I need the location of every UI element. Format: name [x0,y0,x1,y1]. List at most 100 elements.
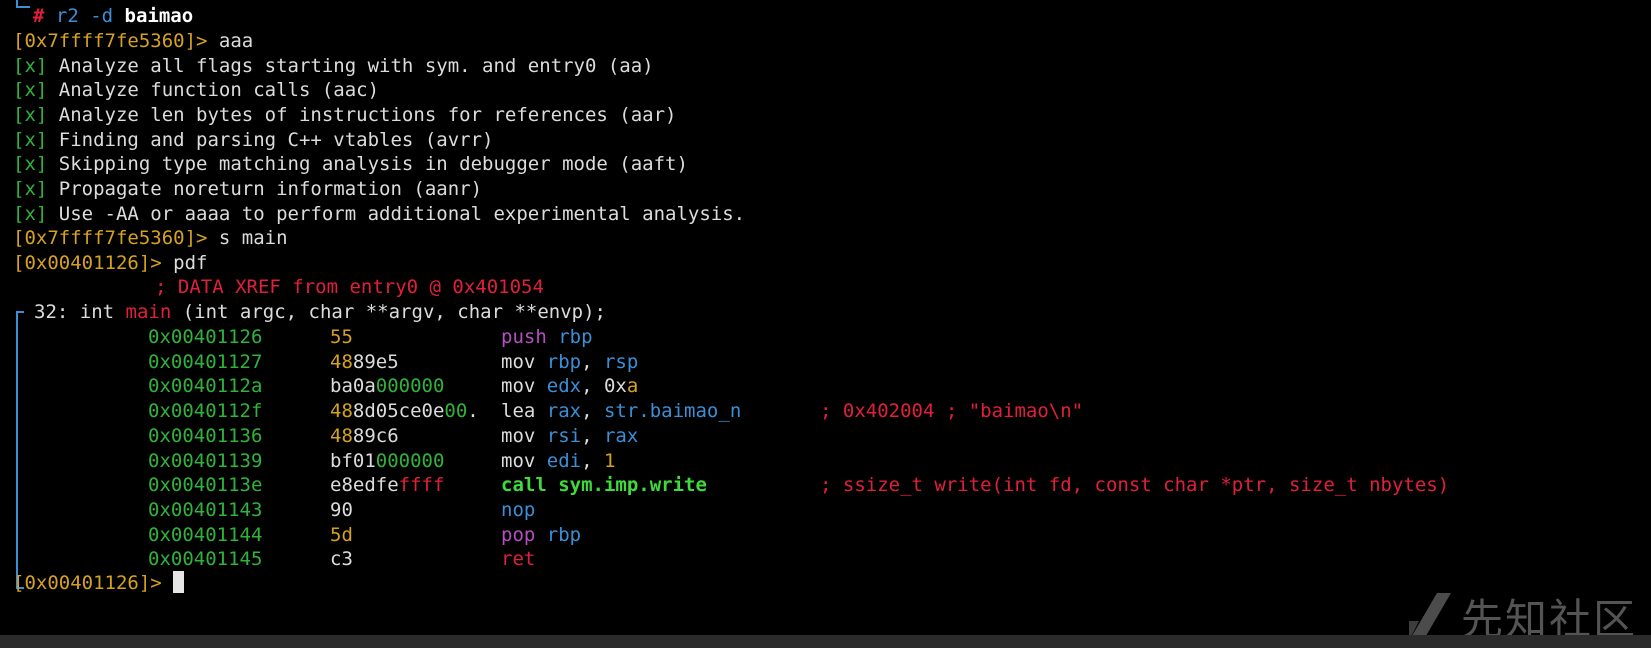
instruction-text: call sym.imp.write [501,472,707,498]
instruction-bytes: 5d [330,522,353,548]
instruction-text: nop [501,497,535,523]
disasm-row: 0x00401127 4889e5 mov rbp, rsp [0,349,1651,375]
xref-comment: ; DATA XREF from entry0 @ 0x401054 [155,276,544,298]
disasm-row: 0x0040112a ba0a000000 mov edx, 0xa [0,373,1651,399]
r2-command: s main [207,227,288,249]
byte-chunk: c3 [330,548,353,570]
instruction-address: 0x0040112a [148,375,263,397]
r2-prompt-address: [0x00401126]> [13,252,162,274]
analysis-text: Use -AA or aaaa to perform additional ex… [47,203,746,225]
r2-command: aaa [207,30,254,52]
operand: rax [603,425,639,447]
r2-command: pdf [161,252,208,274]
root-hash: # [33,5,45,27]
shell-prompt-line: # r2 -d baimao [33,3,193,29]
mnemonic: mov [501,351,536,373]
check-mark: [x] [13,129,48,151]
disasm-row: 0x00401143 90 nop [0,497,1651,523]
analysis-line: [x] Propagate noreturn information (aanr… [13,176,482,202]
instruction-bytes: 55 [330,324,353,350]
mnemonic: lea [501,400,536,422]
shell-command-arg: baimao [124,5,194,27]
operand: , [581,425,604,447]
instruction-bytes: 488d05ce0e00. [330,398,479,424]
instruction-text: mov edx, 0xa [501,373,638,399]
byte-chunk: 48 [330,351,353,373]
byte-chunk: 000000 [375,375,445,397]
check-mark: [x] [13,104,48,126]
instruction-address: 0x00401126 [148,326,263,348]
analysis-line: [x] Skipping type matching analysis in d… [13,151,688,177]
analysis-line: [x] Finding and parsing C++ vtables (avr… [13,127,493,153]
analysis-text: Finding and parsing C++ vtables (avrr) [47,129,494,151]
instruction-bytes: 90 [330,497,353,523]
instruction-comment: ; 0x402004 ; "baimao\n" [820,400,1084,422]
check-mark: [x] [13,55,48,77]
instruction-address: 0x00401139 [148,450,263,472]
disasm-row: 0x0040112f 488d05ce0e00. lea rax, str.baim… [0,398,1651,424]
text-cursor[interactable] [173,571,185,593]
check-mark: [x] [13,79,48,101]
instruction-address: 0x00401143 [148,499,263,521]
function-name: main [125,301,172,323]
byte-chunk: 55 [330,326,353,348]
operand: , [581,450,604,472]
mnemonic: ret [501,548,536,570]
function-signature: 32: int main (int argc, char **argv, cha… [34,299,606,325]
analysis-line: [x] Analyze function calls (aac) [13,77,379,103]
check-mark: [x] [13,178,48,200]
instruction-bytes: 4889c6 [330,423,399,449]
r2-prompt-line-current: [0x00401126]> [13,570,185,596]
byte-chunk: 48 [330,400,353,422]
instruction-text: mov rsi, rax [501,423,638,449]
instruction-comment: ; ssize_t write(int fd, const char *ptr,… [820,474,1450,496]
analysis-line: [x] Analyze len bytes of instructions fo… [13,102,676,128]
instruction-text: mov edi, 1 [501,448,615,474]
byte-chunk: 89c6 [352,425,399,447]
analysis-text: Propagate noreturn information (aanr) [47,178,483,200]
r2-prompt-line: [0x7ffff7fe5360]> aaa [13,28,253,54]
instruction-bytes: 4889e5 [330,349,399,375]
operand: 0x [603,375,627,397]
operand: 1 [603,450,616,472]
check-mark: [x] [13,203,48,225]
mnemonic: pop [501,524,536,546]
analysis-text: Analyze len bytes of instructions for re… [47,104,677,126]
operand: , [581,375,604,397]
byte-chunk: 5d [330,524,353,546]
analysis-text: Analyze all flags starting with sym. and… [47,55,654,77]
byte-chunk: e8edfe [330,474,399,496]
r2-prompt-address: [0x7ffff7fe5360]> [13,227,208,249]
operand: str.baimao_n [603,400,742,422]
prompt-corner-vertical [16,0,18,7]
instruction-bytes: c3 [330,546,353,572]
disasm-row: 0x00401136 4889c6 mov rsi, rax [0,423,1651,449]
instruction-text: ret [501,546,535,572]
r2-prompt-line: [0x7ffff7fe5360]> s main [13,225,288,251]
mnemonic: nop [501,499,536,521]
instruction-address: 0x00401144 [148,524,263,546]
instruction-text: push rbp [501,324,593,350]
instruction-address: 0x00401127 [148,351,263,373]
r2-prompt-line: [0x00401126]> pdf [13,250,207,276]
instruction-bytes: ba0a000000 [330,373,444,399]
prompt-corner-line [16,6,30,8]
byte-chunk: bf01 [330,450,376,472]
operand: edx [535,375,582,397]
disasm-row: 0x00401139 bf01000000 mov edi, 1 [0,448,1651,474]
instruction-address: 0x0040113e [148,474,263,496]
operand: rsp [603,351,639,373]
mnemonic: mov [501,375,536,397]
operand: edi [535,450,582,472]
operand: rbp [546,326,593,348]
byte-chunk: 89e5 [352,351,399,373]
mnemonic: call sym.imp.write [501,474,707,496]
terminal-window[interactable]: # r2 -d baimao [0x7ffff7fe5360]> aaa [x]… [0,0,1651,644]
byte-chunk: ba0a [330,375,376,397]
byte-chunk: . [467,400,479,422]
instruction-address: 0x00401145 [148,548,263,570]
byte-chunk: 000000 [375,450,445,472]
instruction-bytes: bf01000000 [330,448,444,474]
analysis-line: [x] Analyze all flags starting with sym.… [13,53,654,79]
disasm-row: 0x00401145 c3 ret [0,546,1651,572]
